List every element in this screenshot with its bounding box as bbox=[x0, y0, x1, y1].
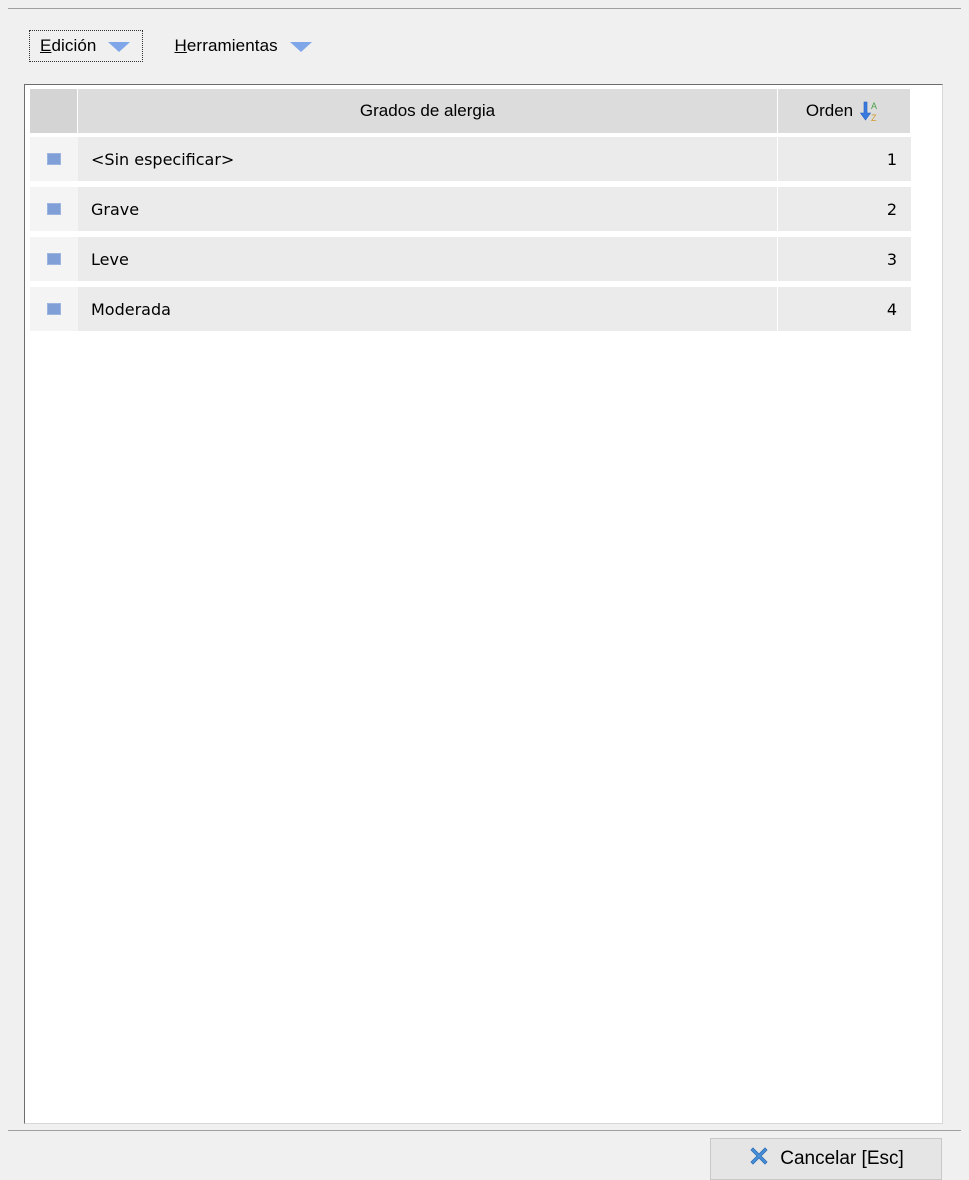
cell-grado[interactable]: Leve bbox=[78, 237, 778, 281]
cell-orden[interactable]: 3 bbox=[778, 237, 911, 281]
cell-orden[interactable]: 2 bbox=[778, 187, 911, 231]
table-row[interactable]: Grave 2 bbox=[30, 187, 911, 231]
svg-text:A: A bbox=[871, 101, 877, 111]
row-indicator-cell bbox=[30, 237, 78, 281]
cancel-button[interactable]: Cancelar [Esc] bbox=[710, 1138, 942, 1180]
row-indicator-cell bbox=[30, 187, 78, 231]
allergy-grades-grid[interactable]: Grados de alergia Orden A Z <Sin especif… bbox=[24, 84, 943, 1124]
row-marker-icon bbox=[47, 253, 61, 265]
column-header-orden-label: Orden bbox=[805, 101, 854, 120]
row-marker-icon bbox=[47, 153, 61, 165]
chevron-down-icon bbox=[108, 42, 131, 52]
top-divider bbox=[8, 8, 961, 9]
cell-grado[interactable]: Grave bbox=[78, 187, 778, 231]
herramientas-menu-button[interactable]: Herramientas bbox=[162, 29, 325, 63]
column-header-grados[interactable]: Grados de alergia bbox=[78, 89, 778, 133]
edicion-menu-label: Edición bbox=[40, 36, 97, 55]
row-marker-icon bbox=[47, 203, 61, 215]
chevron-down-icon bbox=[289, 42, 312, 52]
edicion-menu-button[interactable]: Edición bbox=[28, 29, 144, 63]
bottom-divider bbox=[8, 1130, 961, 1131]
allergy-grades-window: Edición Herramientas Grados de alergia O… bbox=[0, 0, 969, 1180]
column-header-grados-label: Grados de alergia bbox=[359, 101, 496, 120]
table-row[interactable]: <Sin especificar> 1 bbox=[30, 137, 911, 181]
grid-header: Grados de alergia Orden A Z bbox=[30, 89, 911, 133]
row-indicator-cell bbox=[30, 137, 78, 181]
close-icon bbox=[748, 1145, 770, 1173]
cancel-button-label: Cancelar [Esc] bbox=[780, 1148, 904, 1169]
svg-text:Z: Z bbox=[871, 113, 877, 123]
row-indicator-cell bbox=[30, 287, 78, 331]
herramientas-menu-label: Herramientas bbox=[174, 36, 278, 55]
sort-ascending-az-icon: A Z bbox=[858, 99, 882, 123]
cell-orden[interactable]: 4 bbox=[778, 287, 911, 331]
table-row[interactable]: Leve 3 bbox=[30, 237, 911, 281]
cell-grado[interactable]: <Sin especificar> bbox=[78, 137, 778, 181]
cell-grado[interactable]: Moderada bbox=[78, 287, 778, 331]
table-row[interactable]: Moderada 4 bbox=[30, 287, 911, 331]
cell-orden[interactable]: 1 bbox=[778, 137, 911, 181]
column-header-orden[interactable]: Orden A Z bbox=[778, 89, 911, 133]
row-marker-icon bbox=[47, 303, 61, 315]
header-indicator-cell bbox=[30, 89, 78, 133]
toolbar: Edición Herramientas bbox=[28, 28, 326, 64]
grid-rows: <Sin especificar> 1 Grave 2 Leve 3 Moder… bbox=[30, 137, 911, 337]
